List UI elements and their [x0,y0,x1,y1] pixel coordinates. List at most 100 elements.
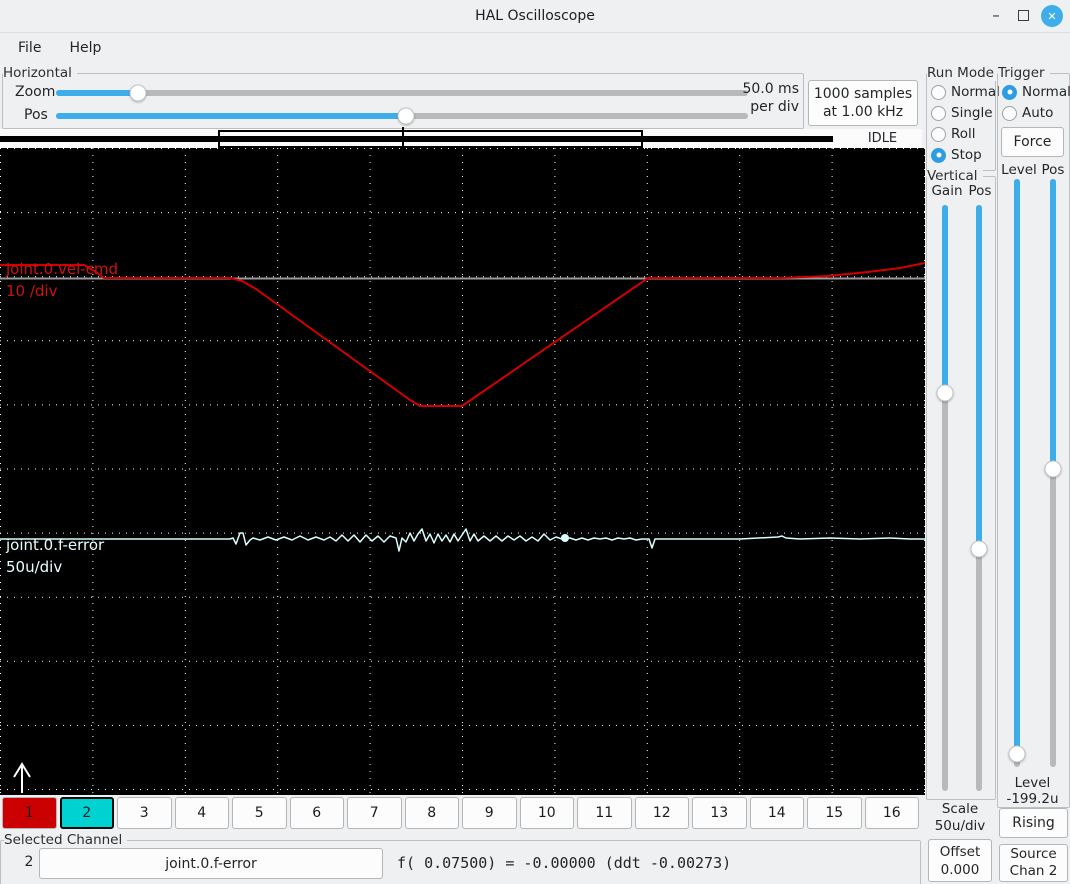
channel-button-3[interactable]: 3 [117,797,172,829]
trigger-level-readout: Level -199.2u [998,775,1067,807]
force-trigger-button[interactable]: Force [1001,127,1064,157]
channel-button-10[interactable]: 10 [519,797,574,829]
radio-label: Normal [951,84,1000,100]
trace-scale-label-joint.0.f-error: 50u/div [6,558,63,576]
timebase-value: 50.0 ms [742,81,799,97]
samples-rate-button[interactable]: 1000 samples at 1.00 kHz [808,80,918,126]
menu-bar: File Help [0,33,1070,63]
run-mode-option-single[interactable]: Single [931,104,993,122]
trigger-position-arrow-icon [13,762,31,793]
slider-fill [1014,179,1020,754]
trace-name-label-joint.0.f-error: joint.0.f-error [6,536,105,554]
channel-button-2[interactable]: 2 [59,797,114,829]
channel-button-5[interactable]: 5 [232,797,287,829]
slider-track [56,90,748,96]
radio-label: Auto [1022,105,1054,121]
radio-icon[interactable] [931,126,946,142]
slider-thumb[interactable] [397,107,415,125]
run-mode-option-roll[interactable]: Roll [931,125,976,143]
radio-label: Stop [951,147,982,163]
channel-button-13[interactable]: 13 [692,797,747,829]
trace-joint.0.vel-cmd [0,262,925,407]
hal-oscilloscope-window: HAL Oscilloscope – ✕ File Help Horizonta… [0,0,1070,884]
trigger-pos-slider[interactable] [1044,179,1062,767]
pos-slider-label: Pos [24,107,48,123]
channel-button-16[interactable]: 16 [864,797,919,829]
close-icon[interactable]: ✕ [1041,5,1063,27]
vertical-pos-label: Pos [968,183,992,199]
channel-button-8[interactable]: 8 [404,797,459,829]
trigger-level-slider[interactable] [1008,179,1026,767]
trigger-source-button[interactable]: Source Chan 2 [999,844,1068,882]
channel-button-9[interactable]: 9 [462,797,517,829]
trigger-group: Trigger Normal Auto Force Level Pos Level… [997,65,1070,808]
edge-label: Rising [1012,815,1055,831]
window-title: HAL Oscilloscope [475,8,595,24]
menu-file[interactable]: File [4,36,55,60]
selected-channel-group-label: Selected Channel [4,832,128,848]
trigger-edge-button[interactable]: Rising [999,808,1068,838]
cursor-readout: f( 0.07500) = -0.00000 (ddt -0.00273) [397,854,732,872]
slider-thumb[interactable] [129,84,147,102]
channel-button-11[interactable]: 11 [577,797,632,829]
menu-help[interactable]: Help [55,36,115,60]
run-mode-option-normal[interactable]: Normal [931,83,1000,101]
horizontal-zoom-slider[interactable] [56,84,748,102]
slider-thumb[interactable] [1044,460,1062,478]
run-mode-option-stop[interactable]: Stop [931,146,982,164]
scope-display[interactable]: joint.0.vel-cmd 10 /div joint.0.f-error 50u… [0,148,925,795]
slider-thumb[interactable] [1008,745,1026,763]
radio-label: Roll [951,126,976,142]
trigger-position-tick [402,127,404,150]
record-view-window[interactable] [218,130,643,148]
scale-caption: Scale [941,801,979,817]
slider-fill [1050,179,1056,469]
horizontal-pos-slider[interactable] [56,107,748,125]
channel-button-12[interactable]: 12 [634,797,689,829]
channel-pin-name: joint.0.f-error [165,855,257,872]
trace-scale-label-joint.0.vel-cmd: 10 /div [6,282,58,300]
source-label: Source [1010,846,1057,862]
samples-rate: at 1.00 kHz [822,104,904,120]
vertical-scale-readout: Scale 50u/div [926,801,994,835]
channel-button-14[interactable]: 14 [749,797,804,829]
trigger-option-auto[interactable]: Auto [1002,104,1053,122]
trigger-option-normal[interactable]: Normal [1002,83,1070,101]
channel-pin-name-button[interactable]: joint.0.f-error [39,848,383,879]
samples-count: 1000 samples [813,86,913,102]
radio-icon[interactable] [1002,84,1017,100]
trace-name-label-joint.0.vel-cmd: joint.0.vel-cmd [6,260,119,278]
radio-icon[interactable] [1002,105,1017,121]
radio-label: Normal [1022,84,1070,100]
slider-thumb[interactable] [936,384,954,402]
slider-thumb[interactable] [970,540,988,558]
trigger-pos-slider-label: Pos [1041,162,1065,178]
trigger-level-slider-label: Level [1001,162,1037,178]
channel-button-1[interactable]: 1 [2,797,57,829]
vertical-pos-slider[interactable] [970,205,988,791]
channel-button-7[interactable]: 7 [347,797,402,829]
run-mode-group: Run Mode Normal Single Roll Stop [926,65,1000,171]
radio-icon[interactable] [931,147,946,163]
channel-button-6[interactable]: 6 [289,797,344,829]
vertical-gain-slider[interactable] [936,205,954,791]
source-channel: Chan 2 [1009,863,1058,879]
trigger-level-caption: Level [1014,775,1051,791]
channel-button-4[interactable]: 4 [174,797,229,829]
timebase-readout: 50.0 ms per div [709,80,799,116]
radio-label: Single [951,105,993,121]
title-bar: HAL Oscilloscope – ✕ [0,0,1070,33]
radio-icon[interactable] [931,84,946,100]
horizontal-group-label: Horizontal [3,65,77,81]
minimize-icon[interactable]: – [986,3,1006,27]
maximize-icon[interactable] [1018,10,1029,21]
channel-button-15[interactable]: 15 [807,797,862,829]
horizontal-group: Horizontal Zoom Pos 50.0 ms per div [2,65,804,129]
radio-icon[interactable] [931,105,946,121]
zoom-slider-label: Zoom [15,84,56,100]
offset-value: 0.000 [940,861,980,878]
slider-fill [942,205,948,393]
vertical-group: Vertical Gain Pos [926,168,996,800]
run-mode-group-label: Run Mode [927,65,999,81]
vertical-offset-button[interactable]: Offset 0.000 [928,839,992,882]
